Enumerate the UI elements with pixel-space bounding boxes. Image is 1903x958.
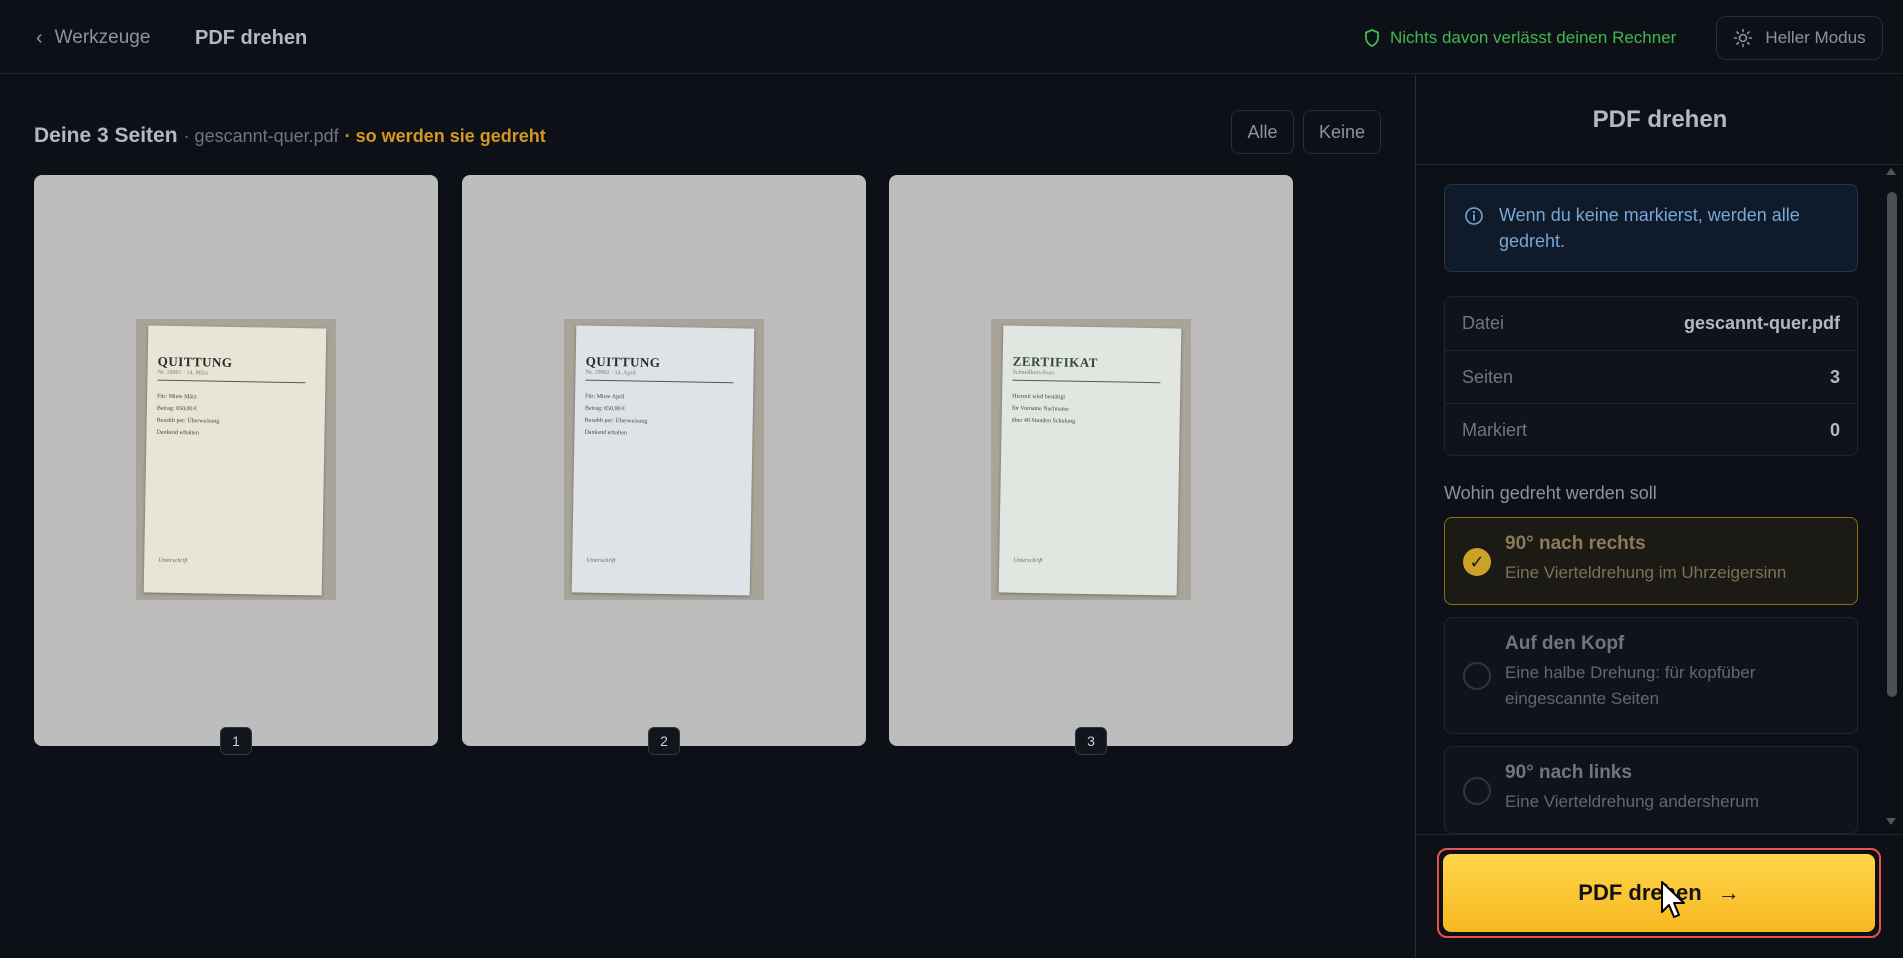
stat-label: Markiert [1462, 419, 1528, 440]
scrollbar-thumb[interactable] [1887, 192, 1897, 697]
page-number-badge: 3 [1075, 727, 1107, 755]
cursor-icon [1661, 881, 1685, 918]
option-upside-down[interactable]: Auf den Kopf Eine halbe Drehung: für kop… [1444, 617, 1858, 734]
top-bar: ‹ Werkzeuge PDF drehen Nichts davon verl… [0, 0, 1903, 74]
pages-count: Deine 3 Seiten [34, 124, 178, 147]
scan-frame: ZERTIFIKAT Schnellkurs-Kurs Hiermit wird… [991, 319, 1191, 600]
radio-icon [1463, 777, 1491, 805]
scan-frame: QUITTUNG Nr. 10001 · 14. März Für: Miete… [136, 319, 336, 600]
page-thumbnail[interactable]: QUITTUNG Nr. 10001 · 14. März Für: Miete… [34, 175, 438, 746]
info-text: Wenn du keine markierst, werden alle ged… [1499, 205, 1800, 251]
back-label: Werkzeuge [54, 27, 151, 48]
page-number-badge: 2 [648, 727, 680, 755]
doc-rule [1012, 379, 1161, 384]
doc-line: Dankend erhalten [156, 429, 200, 437]
doc-rule [157, 379, 306, 384]
doc-line: Dankend erhalten [584, 429, 628, 437]
option-description: Eine Vierteldrehung im Uhrzeigersinn [1505, 563, 1787, 582]
doc-title: QUITTUNG [585, 353, 661, 370]
doc-subtitle: Nr. 10002 · 14. April [585, 369, 636, 377]
page-thumbnail[interactable]: QUITTUNG Nr. 10002 · 14. April Für: Miet… [462, 175, 866, 746]
pages-area: Deine 3 Seiten · gescannt-quer.pdf · so … [0, 75, 1415, 958]
document-preview: ZERTIFIKAT Schnellkurs-Kurs Hiermit wird… [998, 325, 1182, 596]
document-preview: QUITTUNG Nr. 10001 · 14. März Für: Miete… [143, 325, 327, 596]
doc-signature: Unterschrift [1013, 557, 1043, 565]
shield-icon [1365, 29, 1379, 47]
rotation-section-label: Wohin gedreht werden soll [1444, 483, 1657, 503]
privacy-note: Nichts davon verlässt deinen Rechner [1364, 24, 1676, 52]
page-title: PDF drehen [195, 26, 308, 49]
page-thumbnail[interactable]: ZERTIFIKAT Schnellkurs-Kurs Hiermit wird… [889, 175, 1293, 746]
doc-line: Bezahlt per: Überweisung [584, 417, 648, 425]
radio-icon [1463, 662, 1491, 690]
option-title: Auf den Kopf [1505, 633, 1625, 654]
theme-toggle-button[interactable]: Heller Modus [1716, 16, 1883, 60]
info-icon [1465, 207, 1483, 225]
stat-value: 3 [1829, 366, 1840, 387]
page-number-badge: 1 [220, 727, 252, 755]
doc-subtitle: Nr. 10001 · 14. März [157, 369, 209, 377]
stat-label: Datei [1462, 313, 1505, 333]
stat-value: 0 [1829, 419, 1840, 440]
doc-line: Betrag: 650,00 € [156, 405, 198, 413]
option-description: Eine halbe Drehung: für kopfüber eingesc… [1505, 663, 1756, 708]
stat-row-marked: Markiert 0 [1445, 403, 1857, 456]
rotate-pdf-button[interactable]: PDF drehen → [1443, 854, 1875, 932]
scroll-up-arrow-icon[interactable] [1886, 168, 1896, 175]
settings-panel: PDF drehen Wenn du keine markierst, werd… [1415, 75, 1903, 958]
doc-line: Bezahlt per: Überweisung [156, 417, 220, 425]
doc-line: Betrag: 650,00 € [584, 405, 626, 413]
doc-rule [585, 379, 734, 384]
select-none-button[interactable]: Keine [1303, 110, 1381, 154]
option-title: 90° nach rechts [1505, 533, 1646, 554]
theme-toggle-label: Heller Modus [1765, 28, 1866, 47]
stat-row-file: Datei gescannt-quer.pdf [1445, 297, 1857, 350]
doc-line: Hiermit wird bestätigt [1012, 393, 1066, 401]
doc-line: Für: Miete April [585, 393, 625, 401]
option-rotate-left[interactable]: 90° nach links Eine Vierteldrehung ander… [1444, 746, 1858, 834]
option-rotate-right[interactable]: ✓ 90° nach rechts Eine Vierteldrehung im… [1444, 517, 1858, 605]
doc-subtitle: Schnellkurs-Kurs [1012, 369, 1055, 377]
arrow-right-icon: → [1717, 880, 1740, 905]
select-all-button[interactable]: Alle [1231, 110, 1294, 154]
doc-line: für Vorname Nachname [1011, 405, 1070, 413]
stat-label: Seiten [1462, 366, 1514, 387]
chevron-left-icon: ‹ [36, 26, 43, 49]
back-link[interactable]: ‹ Werkzeuge [36, 24, 150, 52]
doc-line: über 40 Stunden Schulung [1011, 417, 1076, 425]
pages-hint: · so werden sie gedreht [344, 125, 546, 146]
pages-filename: · gescannt-quer.pdf [183, 125, 339, 146]
doc-signature: Unterschrift [158, 557, 188, 565]
doc-title: QUITTUNG [157, 353, 233, 370]
check-icon: ✓ [1463, 548, 1491, 576]
privacy-text: Nichts davon verlässt deinen Rechner [1390, 28, 1677, 47]
scroll-down-arrow-icon[interactable] [1886, 818, 1896, 825]
doc-signature: Unterschrift [586, 557, 616, 565]
panel-title: PDF drehen [1416, 75, 1903, 165]
document-preview: QUITTUNG Nr. 10002 · 14. April Für: Miet… [571, 325, 755, 596]
doc-line: Für: Miete März [157, 393, 197, 401]
footer-divider [1416, 834, 1903, 835]
option-description: Eine Vierteldrehung andersherum [1505, 792, 1759, 811]
pages-heading: Deine 3 Seiten · gescannt-quer.pdf · so … [34, 119, 546, 153]
option-title: 90° nach links [1505, 762, 1632, 783]
sun-icon [1734, 28, 1753, 48]
doc-title: ZERTIFIKAT [1012, 353, 1099, 371]
scan-frame: QUITTUNG Nr. 10002 · 14. April Für: Miet… [564, 319, 764, 600]
stat-row-pages: Seiten 3 [1445, 350, 1857, 403]
info-box: Wenn du keine markierst, werden alle ged… [1444, 184, 1858, 272]
stat-value: gescannt-quer.pdf [1683, 313, 1840, 333]
file-stats: Datei gescannt-quer.pdf Seiten 3 Markier… [1444, 296, 1858, 456]
